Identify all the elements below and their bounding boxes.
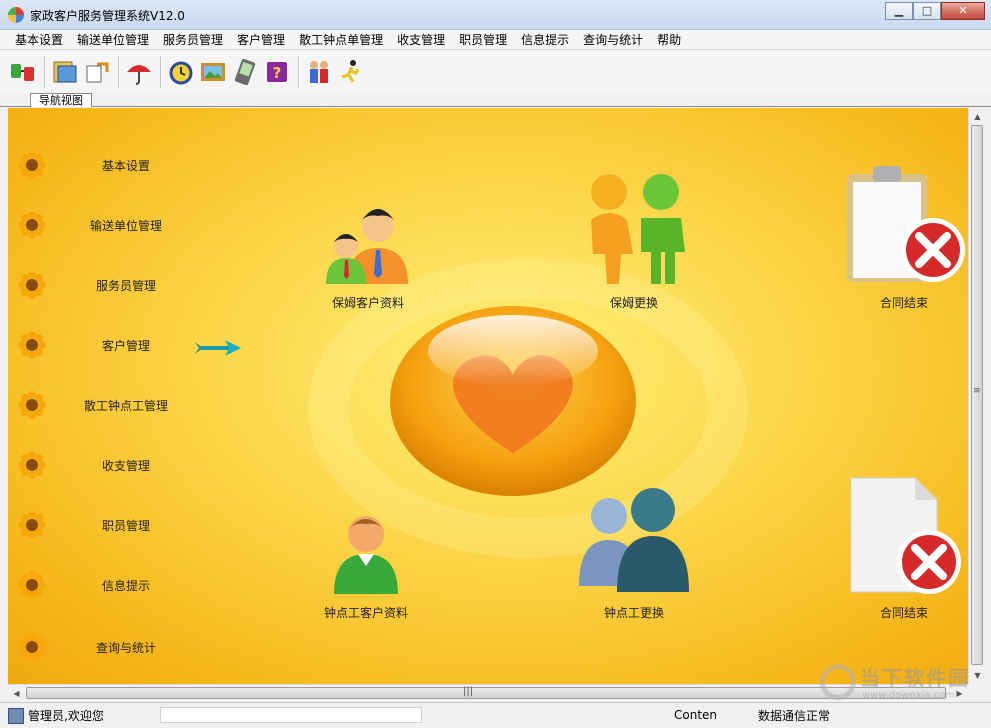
scroll-left-icon[interactable]: ◀	[8, 685, 25, 702]
nav-item-notifications[interactable]: 信息提示	[18, 570, 208, 600]
help-book-icon[interactable]: ?	[262, 55, 292, 89]
nav-item-hourly-management[interactable]: 散工钟点工管理	[18, 390, 208, 420]
feature-label: 合同结束	[879, 606, 928, 620]
menu-customer-management[interactable]: 客户管理	[230, 30, 292, 49]
feature-contract-end-bottom[interactable]: 合同结束	[834, 477, 968, 621]
nav-label: 输送单位管理	[89, 218, 162, 233]
horizontal-scroll-thumb[interactable]	[26, 687, 946, 699]
feature-hourly-customer[interactable]: 钟点工客户资料	[296, 478, 436, 621]
sunflower-icon	[18, 633, 46, 661]
menu-query-statistics[interactable]: 查询与统计	[576, 30, 650, 49]
title-bar: 家政客户服务管理系统V12.0 ▁ □ ✕	[0, 0, 991, 30]
users-icon	[579, 488, 689, 592]
people-icon[interactable]	[304, 55, 334, 89]
nav-tab-strip: 导航视图	[0, 93, 991, 107]
umbrella-icon[interactable]	[124, 55, 154, 89]
status-user: 管理员,欢迎您	[8, 707, 104, 724]
customers-icon	[326, 209, 408, 284]
nav-label: 散工钟点工管理	[83, 398, 168, 413]
menu-help[interactable]: 帮助	[650, 30, 688, 49]
status-conten: Conten	[674, 708, 718, 722]
feature-label: 钟点工客户资料	[323, 606, 408, 620]
status-bar: 管理员,欢迎您 Conten 数据通信正常	[0, 702, 991, 728]
sunflower-icon	[18, 271, 46, 299]
nav-item-supplier-management[interactable]: 输送单位管理	[18, 210, 208, 240]
close-button[interactable]: ✕	[941, 2, 985, 20]
feature-contract-end-top[interactable]: 合同结束	[834, 166, 968, 311]
nav-item-customer-management[interactable]: 客户管理	[18, 330, 208, 360]
menu-supplier-management[interactable]: 输送单位管理	[70, 30, 156, 49]
document-close-icon	[850, 477, 961, 594]
feature-hourly-change[interactable]: 钟点工更换	[564, 478, 704, 621]
selected-arrow-icon	[195, 340, 241, 356]
toolbar-separator	[160, 56, 162, 88]
status-field	[160, 707, 422, 723]
menu-bar: 基本设置 输送单位管理 服务员管理 客户管理 散工钟点单管理 收支管理 职员管理…	[0, 30, 991, 50]
menu-staff-management[interactable]: 职员管理	[452, 30, 514, 49]
nav-item-basic-settings[interactable]: 基本设置	[18, 150, 208, 180]
app-logo-icon	[8, 7, 24, 23]
window-title: 家政客户服务管理系统V12.0	[30, 9, 185, 23]
feature-label: 保姆更换	[609, 296, 658, 310]
toolbar: ?	[0, 51, 991, 93]
nav-label: 客户管理	[101, 338, 150, 353]
vertical-scrollbar[interactable]: ▲ ≡ ▼	[968, 108, 985, 684]
nav-label: 查询与统计	[95, 640, 156, 655]
menu-basic-settings[interactable]: 基本设置	[8, 30, 70, 49]
status-communication: 数据通信正常	[758, 709, 831, 723]
sunflower-icon	[18, 151, 46, 179]
menu-attendant-management[interactable]: 服务员管理	[156, 30, 230, 49]
nav-label: 服务员管理	[95, 278, 156, 293]
menu-finance-management[interactable]: 收支管理	[390, 30, 452, 49]
clipboard-close-icon	[847, 166, 965, 282]
nav-label: 职员管理	[101, 518, 150, 533]
status-user-text: 管理员,欢迎您	[28, 709, 104, 723]
feature-label: 钟点工更换	[603, 606, 664, 620]
transfer-icon[interactable]	[82, 55, 112, 89]
nav-label: 信息提示	[101, 578, 150, 593]
sunflower-icon	[18, 451, 46, 479]
couple-icon	[591, 174, 685, 284]
sunflower-icon	[18, 211, 46, 239]
runner-icon[interactable]	[336, 55, 366, 89]
feature-label: 合同结束	[879, 296, 928, 310]
sunflower-icon	[18, 391, 46, 419]
scroll-up-icon[interactable]: ▲	[969, 108, 986, 125]
tab-navigation-view[interactable]: 导航视图	[30, 93, 92, 107]
scroll-grip-icon: ≡	[973, 386, 981, 396]
nav-item-staff-management[interactable]: 职员管理	[18, 510, 208, 540]
menu-hourly-order-management[interactable]: 散工钟点单管理	[292, 30, 390, 49]
person-icon	[334, 516, 398, 594]
toolbar-separator	[44, 56, 46, 88]
picture-icon[interactable]	[198, 55, 228, 89]
menu-notifications[interactable]: 信息提示	[514, 30, 576, 49]
pda-icon[interactable]	[230, 55, 260, 89]
feature-nanny-customer[interactable]: 保姆客户资料	[298, 168, 438, 311]
feature-nanny-change[interactable]: 保姆更换	[564, 168, 704, 311]
nav-item-query-statistics[interactable]: 查询与统计	[18, 632, 208, 662]
user-icon	[8, 707, 24, 724]
nav-item-attendant-management[interactable]: 服务员管理	[18, 270, 208, 300]
sunflower-icon	[18, 331, 46, 359]
connect-icon[interactable]	[8, 55, 38, 89]
alarm-clock-icon[interactable]	[166, 55, 196, 89]
maximize-button[interactable]: □	[913, 2, 941, 20]
scroll-grip-icon: |||	[463, 686, 474, 697]
folder-icon[interactable]	[50, 55, 80, 89]
main-navigation-panel: 基本设置 输送单位管理 服务员管理 客户管理 散工钟点工管理 收支管理 职员管理…	[8, 108, 968, 684]
toolbar-separator	[118, 56, 120, 88]
nav-label: 收支管理	[101, 458, 150, 473]
svg-text:?: ?	[273, 64, 282, 82]
feature-label: 保姆客户资料	[331, 296, 404, 310]
sunflower-icon	[18, 571, 46, 599]
heart-ball-logo	[390, 306, 636, 496]
watermark-logo-icon	[820, 664, 856, 700]
sunflower-icon	[18, 511, 46, 539]
nav-item-finance-management[interactable]: 收支管理	[18, 450, 208, 480]
minimize-button[interactable]: ▁	[885, 2, 913, 20]
nav-label: 基本设置	[101, 158, 150, 173]
watermark-text: 当下软件园	[860, 666, 970, 690]
toolbar-separator	[298, 56, 300, 88]
watermark-url: www.downxia.com	[862, 690, 956, 701]
